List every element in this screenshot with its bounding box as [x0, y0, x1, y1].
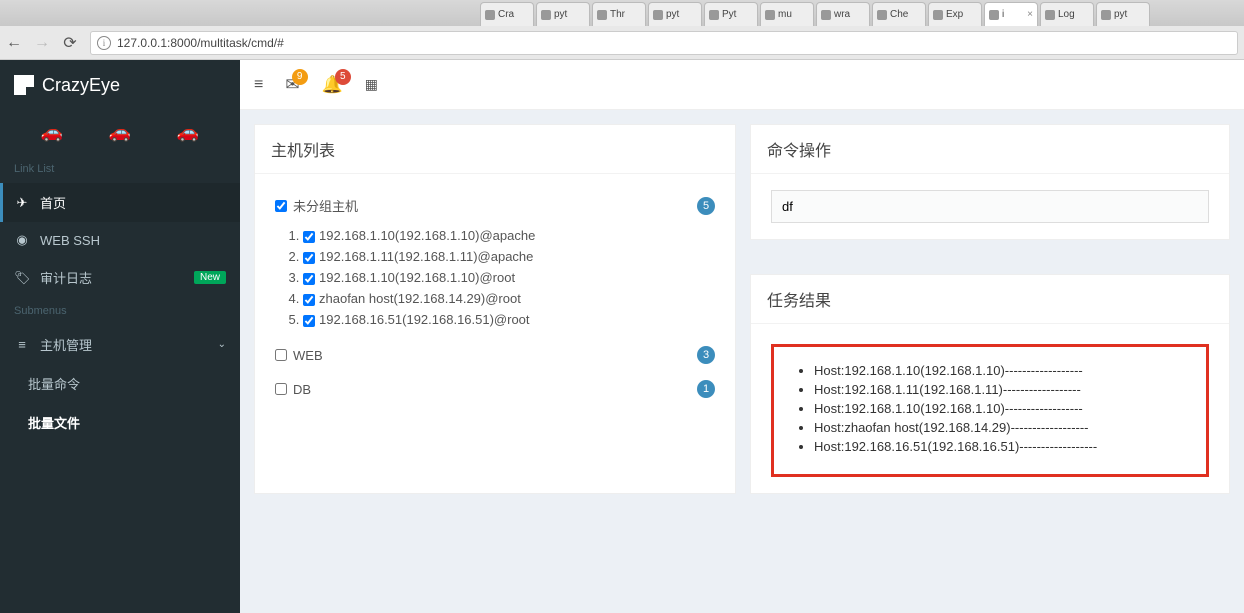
sidebar-item-audit[interactable]: 🏷 审计日志 New	[0, 258, 240, 297]
sidebar: CrazyEye 🚗 🚗 🚗 Link List ✈ 首页 ◉ WEB SSH …	[0, 60, 240, 613]
url-bar[interactable]: i 127.0.0.1:8000/multitask/cmd/#	[90, 31, 1238, 55]
browser-tab[interactable]: Pyt	[704, 2, 758, 26]
command-input[interactable]	[771, 190, 1209, 223]
result-item[interactable]: Host:192.168.1.11(192.168.1.11)---------…	[814, 380, 1188, 399]
back-button[interactable]: ←	[0, 29, 28, 57]
browser-tab[interactable]: Exp	[928, 2, 982, 26]
sidebar-item-label: 首页	[40, 193, 66, 212]
host-item[interactable]: 192.168.16.51(192.168.16.51)@root	[303, 309, 715, 330]
browser-tab[interactable]: Log	[1040, 2, 1094, 26]
car-icon[interactable]: 🚗	[41, 122, 63, 143]
host-checkbox[interactable]	[303, 252, 315, 264]
sidebar-item-home[interactable]: ✈ 首页	[0, 183, 240, 222]
sidebar-item-webssh[interactable]: ◉ WEB SSH	[0, 222, 240, 258]
new-badge: New	[194, 271, 226, 284]
sidebar-item-host-mgmt[interactable]: ≡ 主机管理 ⌄	[0, 325, 240, 364]
host-item[interactable]: zhaofan host(192.168.14.29)@root	[303, 288, 715, 309]
bell-icon[interactable]: 🔔5	[322, 75, 343, 95]
browser-tab[interactable]: i×	[984, 2, 1038, 26]
group-checkbox[interactable]	[275, 349, 287, 361]
group-count-badge: 1	[697, 380, 715, 398]
host-item[interactable]: 192.168.1.11(192.168.1.11)@apache	[303, 246, 715, 267]
group-label: 未分组主机	[293, 196, 358, 215]
host-item[interactable]: 192.168.1.10(192.168.1.10)@apache	[303, 225, 715, 246]
section-link-list: Link List	[0, 155, 240, 183]
mail-badge: 9	[292, 69, 308, 85]
group-count-badge: 5	[697, 197, 715, 215]
browser-tab[interactable]: mu	[760, 2, 814, 26]
result-item[interactable]: Host:192.168.1.10(192.168.1.10)---------…	[814, 361, 1188, 380]
sidebar-item-label: 审计日志	[40, 268, 92, 287]
bell-badge: 5	[335, 69, 351, 85]
browser-tab[interactable]: Thr	[592, 2, 646, 26]
browser-tab[interactable]: wra	[816, 2, 870, 26]
group-count-badge: 3	[697, 346, 715, 364]
sidebar-item-label: WEB SSH	[40, 233, 100, 248]
browser-tab[interactable]: pyt	[536, 2, 590, 26]
section-submenus: Submenus	[0, 297, 240, 325]
host-group-row[interactable]: WEB 3	[275, 346, 715, 364]
host-list-panel: 主机列表 未分组主机 5 192.168.1.10(192.168.1.10)@…	[254, 124, 736, 494]
dashboard-icon: ◉	[14, 232, 30, 248]
sidebar-item-label: 主机管理	[40, 335, 92, 354]
host-checkbox[interactable]	[303, 273, 315, 285]
brand-label: CrazyEye	[42, 75, 120, 96]
group-checkbox[interactable]	[275, 383, 287, 395]
result-item[interactable]: Host:zhaofan host(192.168.14.29)--------…	[814, 418, 1188, 437]
reload-button[interactable]: ⟳	[56, 29, 84, 57]
car-icon[interactable]: 🚗	[109, 122, 131, 143]
panel-title: 命令操作	[751, 125, 1229, 174]
browser-tab[interactable]: pyt	[1096, 2, 1150, 26]
sidebar-item-label: 批量文件	[28, 413, 80, 432]
results-panel: 任务结果 Host:192.168.1.10(192.168.1.10)----…	[750, 274, 1230, 494]
forward-button[interactable]: →	[28, 29, 56, 57]
browser-tab[interactable]: Che	[872, 2, 926, 26]
group-label: DB	[293, 382, 311, 397]
sidebar-subitem-batch-cmd[interactable]: 批量命令	[0, 364, 240, 403]
brand[interactable]: CrazyEye	[0, 60, 240, 110]
result-item[interactable]: Host:192.168.16.51(192.168.16.51)-------…	[814, 437, 1188, 456]
host-checkbox[interactable]	[303, 231, 315, 243]
group-checkbox[interactable]	[275, 200, 287, 212]
tag-icon: 🏷	[14, 270, 30, 286]
command-panel: 命令操作	[750, 124, 1230, 240]
menu-toggle-icon[interactable]: ≡	[254, 76, 263, 94]
close-icon[interactable]: ×	[1024, 9, 1033, 20]
brand-icon	[14, 75, 34, 95]
apps-icon[interactable]: ▦	[365, 76, 378, 93]
sidebar-item-label: 批量命令	[28, 374, 80, 393]
host-group-row[interactable]: DB 1	[275, 380, 715, 398]
info-icon[interactable]: i	[97, 36, 111, 50]
sidebar-subitem-batch-file[interactable]: 批量文件	[0, 403, 240, 442]
topbar: ≡ ✉9 🔔5 ▦	[240, 60, 1244, 110]
host-checkbox[interactable]	[303, 315, 315, 327]
host-item[interactable]: 192.168.1.10(192.168.1.10)@root	[303, 267, 715, 288]
car-icon[interactable]: 🚗	[177, 122, 199, 143]
browser-toolbar: ← → ⟳ i 127.0.0.1:8000/multitask/cmd/#	[0, 26, 1244, 60]
mail-icon[interactable]: ✉9	[285, 75, 299, 95]
plane-icon: ✈	[14, 195, 30, 211]
main: ≡ ✉9 🔔5 ▦ 主机列表 未分组主机 5 192.168.1.10(192.…	[240, 60, 1244, 613]
group-label: WEB	[293, 348, 323, 363]
host-list: 192.168.1.10(192.168.1.10)@apache 192.16…	[275, 225, 715, 330]
chevron-down-icon: ⌄	[218, 339, 226, 350]
browser-tab[interactable]: Cra	[480, 2, 534, 26]
browser-tab[interactable]: pyt	[648, 2, 702, 26]
host-checkbox[interactable]	[303, 294, 315, 306]
url-text: 127.0.0.1:8000/multitask/cmd/#	[117, 36, 284, 50]
result-item[interactable]: Host:192.168.1.10(192.168.1.10)---------…	[814, 399, 1188, 418]
panel-title: 主机列表	[255, 125, 735, 174]
panel-title: 任务结果	[751, 275, 1229, 324]
quick-icons: 🚗 🚗 🚗	[0, 110, 240, 155]
host-group-row[interactable]: 未分组主机 5	[275, 196, 715, 215]
result-box: Host:192.168.1.10(192.168.1.10)---------…	[771, 344, 1209, 477]
browser-tabs: Cra pyt Thr pyt Pyt mu wra Che Exp i× Lo…	[0, 0, 1244, 26]
list-icon: ≡	[14, 337, 30, 352]
